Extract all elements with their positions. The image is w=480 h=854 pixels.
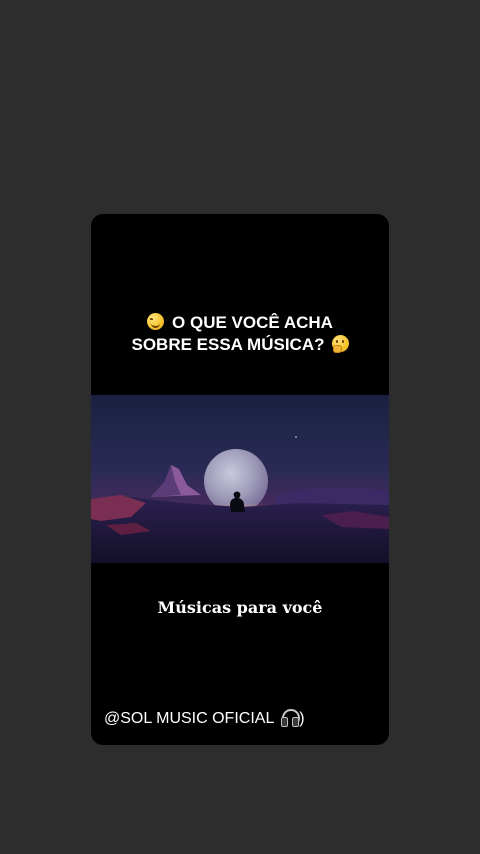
caption: Músicas para você [157,598,323,617]
question-line-2: SOBRE ESSA MÚSICA? [91,334,389,356]
account-handle-text: @SOL MUSIC OFICIAL [104,710,274,727]
handle-suffix: ) [299,710,305,727]
star [295,436,297,438]
question-line-1: O QUE VOCÊ ACHA [91,312,389,334]
question-line-1-text: O QUE VOCÊ ACHA [172,313,333,332]
question-line-2-text: SOBRE ESSA MÚSICA? [131,335,325,354]
smiling-face-icon [147,313,165,330]
album-artwork [91,395,389,563]
story-card[interactable]: O QUE VOCÊ ACHA SOBRE ESSA MÚSICA? Músic… [91,214,389,745]
screen: O QUE VOCÊ ACHA SOBRE ESSA MÚSICA? Músic… [0,0,480,854]
question-text: O QUE VOCÊ ACHA SOBRE ESSA MÚSICA? [91,312,389,356]
thinking-face-icon [331,335,349,353]
account-handle[interactable]: @SOL MUSIC OFICIAL ) [104,709,305,728]
headphones-icon [281,709,301,727]
